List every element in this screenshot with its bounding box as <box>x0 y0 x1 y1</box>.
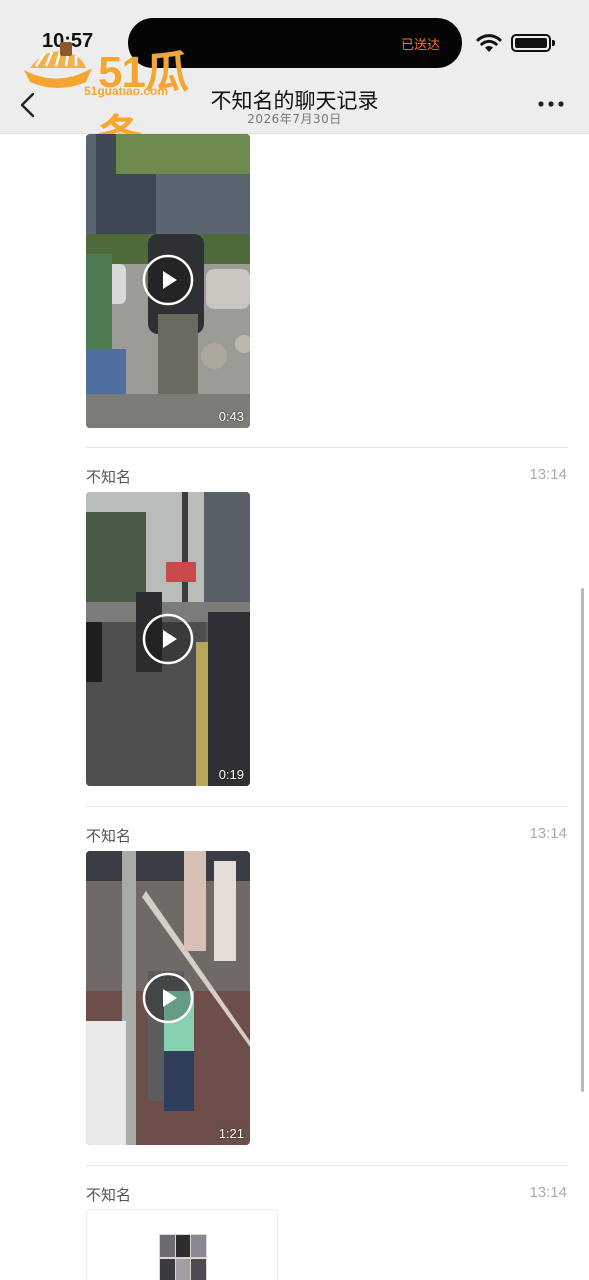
battery-tip <box>552 40 555 46</box>
video-duration: 0:19 <box>218 767 244 782</box>
video-message-1[interactable]: 0:43 <box>86 134 250 428</box>
battery-icon <box>511 34 551 52</box>
more-dots-icon[interactable] <box>536 96 566 112</box>
message-divider <box>86 1165 568 1166</box>
play-icon[interactable] <box>142 613 194 665</box>
scrollbar[interactable] <box>581 588 584 1092</box>
video-message-3[interactable]: 1:21 <box>86 851 250 1145</box>
message-divider <box>86 806 568 807</box>
video-duration: 0:43 <box>218 409 244 424</box>
sender-name: 不知名 <box>86 827 132 845</box>
message-divider <box>86 447 568 448</box>
play-icon[interactable] <box>142 254 194 306</box>
wifi-icon <box>476 34 502 52</box>
message-time: 13:14 <box>529 825 567 842</box>
video-message-2[interactable]: 0:19 <box>86 492 250 786</box>
sender-name: 不知名 <box>86 1186 132 1204</box>
message-time: 13:14 <box>529 1184 567 1201</box>
video-duration: 1:21 <box>218 1126 244 1141</box>
chat-header: 10:57 已送达 51瓜条 51guatiao.com 不知名的聊天记录 20… <box>0 0 589 161</box>
image-collage-card[interactable] <box>86 1209 278 1280</box>
delivered-status: 已送达 <box>400 38 440 53</box>
play-icon[interactable] <box>142 972 194 1024</box>
message-time: 13:14 <box>529 466 567 483</box>
image-collage-thumbnail <box>159 1234 207 1280</box>
sender-name: 不知名 <box>86 468 132 486</box>
chat-date: 2026年7月30日 <box>247 112 342 126</box>
